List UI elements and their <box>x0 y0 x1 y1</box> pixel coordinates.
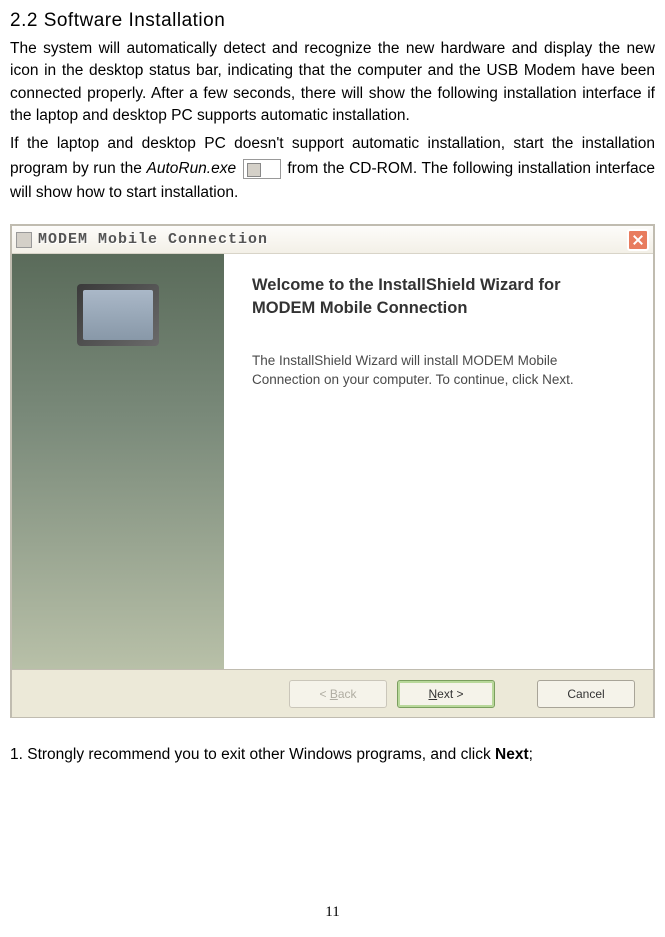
installer-body: Welcome to the InstallShield Wizard for … <box>12 254 653 669</box>
side-panel-image <box>77 284 159 346</box>
next-suffix: ext > <box>437 687 463 701</box>
button-bar: < Back Next > Cancel <box>12 669 653 717</box>
cancel-button[interactable]: Cancel <box>537 680 635 708</box>
main-panel: Welcome to the InstallShield Wizard for … <box>224 254 653 669</box>
autorun-icon <box>243 159 281 179</box>
next-bold: Next <box>495 746 529 763</box>
back-suffix: ack <box>338 687 357 701</box>
section-heading: 2.2 Software Installation <box>10 10 655 32</box>
next-button[interactable]: Next > <box>397 680 495 708</box>
autorun-filename: AutoRun.exe <box>146 160 236 177</box>
welcome-title: Welcome to the InstallShield Wizard for … <box>252 274 625 319</box>
titlebar: MODEM Mobile Connection <box>12 226 653 254</box>
welcome-text: The InstallShield Wizard will install MO… <box>252 351 625 390</box>
close-button[interactable] <box>627 229 649 251</box>
window-title: MODEM Mobile Connection <box>38 231 627 248</box>
footer-text-b: ; <box>529 746 533 763</box>
next-mnemonic: N <box>428 687 437 701</box>
page-number: 11 <box>325 904 339 921</box>
paragraph-2: If the laptop and desktop PC doesn't sup… <box>10 132 655 206</box>
side-panel <box>12 254 224 669</box>
back-prefix: < <box>319 687 329 701</box>
step-1-text: 1. Strongly recommend you to exit other … <box>10 746 655 764</box>
app-icon <box>16 232 32 248</box>
footer-text-a: 1. Strongly recommend you to exit other … <box>10 746 495 763</box>
back-mnemonic: B <box>330 687 338 701</box>
back-button: < Back <box>289 680 387 708</box>
paragraph-1: The system will automatically detect and… <box>10 38 655 128</box>
installer-window: MODEM Mobile Connection Welcome to the I… <box>10 224 655 718</box>
